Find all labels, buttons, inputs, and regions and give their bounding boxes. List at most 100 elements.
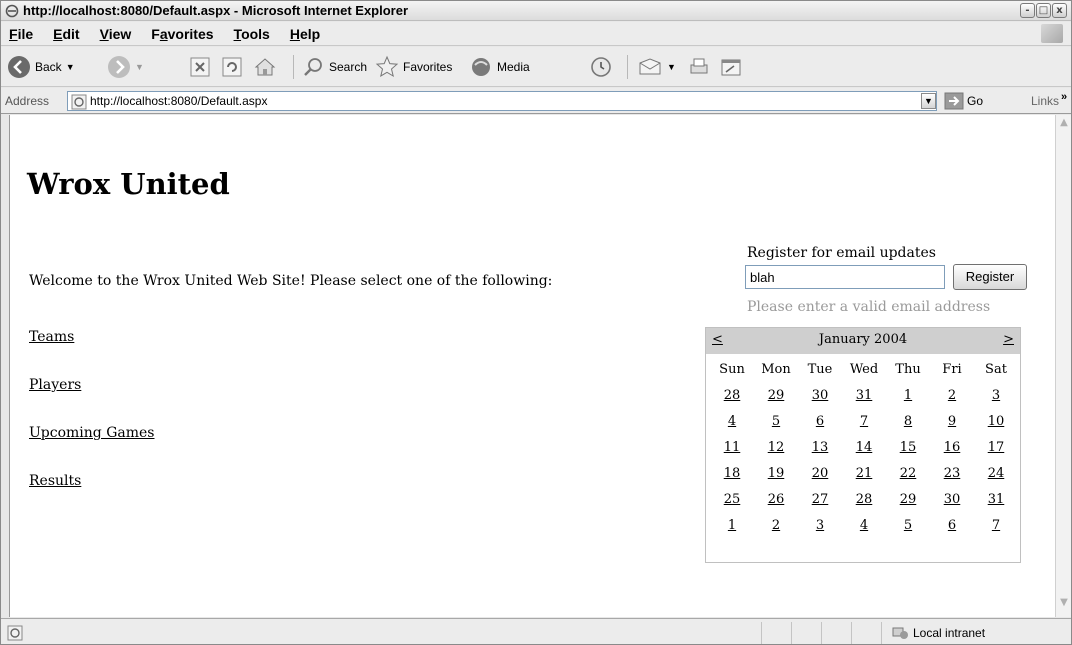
scroll-up-icon[interactable]: ▲ bbox=[1057, 117, 1071, 133]
calendar-day[interactable]: 7 bbox=[842, 414, 886, 429]
refresh-icon bbox=[222, 57, 242, 77]
calendar-day[interactable]: 9 bbox=[930, 414, 974, 429]
calendar-day[interactable]: 26 bbox=[754, 492, 798, 507]
calendar-day[interactable]: 14 bbox=[842, 440, 886, 455]
calendar-day[interactable]: 1 bbox=[710, 518, 754, 533]
scroll-down-icon[interactable]: ▼ bbox=[1057, 597, 1071, 613]
calendar-grid: Sun Mon Tue Wed Thu Fri Sat 28 29 30 31 1 2 3 4 5 6 7 8 9 10… bbox=[710, 356, 1018, 538]
address-dropdown-button[interactable]: ▼ bbox=[921, 93, 936, 109]
menu-tools-label: ools bbox=[241, 26, 270, 42]
stop-button[interactable] bbox=[189, 53, 211, 81]
menu-favorites[interactable]: Favorites bbox=[149, 26, 215, 42]
calendar-day[interactable]: 15 bbox=[886, 440, 930, 455]
security-zone: Local intranet bbox=[891, 625, 985, 641]
minimize-button[interactable]: - bbox=[1020, 3, 1035, 18]
calendar-day[interactable]: 19 bbox=[754, 466, 798, 481]
media-button[interactable]: Media bbox=[469, 53, 530, 81]
calendar-day[interactable]: 4 bbox=[710, 414, 754, 429]
calendar-day[interactable]: 31 bbox=[974, 492, 1018, 507]
back-label: Back bbox=[35, 60, 62, 74]
calendar-day[interactable]: 18 bbox=[710, 466, 754, 481]
calendar-day[interactable]: 23 bbox=[930, 466, 974, 481]
calendar-day[interactable]: 6 bbox=[930, 518, 974, 533]
title-bar: http://localhost:8080/Default.aspx - Mic… bbox=[1, 1, 1071, 21]
calendar-day[interactable]: 20 bbox=[798, 466, 842, 481]
email-validation-error: Please enter a valid email address bbox=[747, 299, 991, 315]
back-dropdown-icon[interactable]: ▼ bbox=[66, 62, 75, 72]
edit-page-icon bbox=[721, 59, 741, 76]
back-button[interactable]: Back ▼ bbox=[7, 53, 75, 81]
link-upcoming-games[interactable]: Upcoming Games bbox=[29, 425, 155, 473]
calendar-day[interactable]: 29 bbox=[886, 492, 930, 507]
calendar-week-row: 28 29 30 31 1 2 3 bbox=[710, 382, 1018, 408]
forward-dropdown-icon[interactable]: ▼ bbox=[135, 62, 144, 72]
calendar-day[interactable]: 28 bbox=[842, 492, 886, 507]
calendar-day[interactable]: 31 bbox=[842, 388, 886, 403]
menu-file[interactable]: File bbox=[7, 26, 35, 42]
calendar-day[interactable]: 17 bbox=[974, 440, 1018, 455]
calendar-day[interactable]: 11 bbox=[710, 440, 754, 455]
calendar-day[interactable]: 3 bbox=[974, 388, 1018, 403]
menu-edit[interactable]: Edit bbox=[51, 26, 81, 42]
calendar-day[interactable]: 25 bbox=[710, 492, 754, 507]
link-results[interactable]: Results bbox=[29, 473, 155, 521]
calendar-day[interactable]: 8 bbox=[886, 414, 930, 429]
register-button[interactable]: Register bbox=[953, 264, 1027, 290]
favorites-button[interactable]: Favorites bbox=[375, 53, 452, 81]
calendar-day[interactable]: 28 bbox=[710, 388, 754, 403]
calendar-day[interactable]: 7 bbox=[974, 518, 1018, 533]
calendar-day[interactable]: 4 bbox=[842, 518, 886, 533]
link-players[interactable]: Players bbox=[29, 377, 155, 425]
address-input[interactable]: http://localhost:8080/Default.aspx bbox=[67, 91, 937, 111]
search-icon bbox=[304, 58, 322, 76]
menu-edit-label: dit bbox=[62, 26, 80, 42]
calendar-day[interactable]: 21 bbox=[842, 466, 886, 481]
maximize-button[interactable]: □ bbox=[1036, 3, 1051, 18]
calendar-day[interactable]: 2 bbox=[754, 518, 798, 533]
close-button[interactable]: x bbox=[1052, 3, 1067, 18]
calendar-day[interactable]: 27 bbox=[798, 492, 842, 507]
calendar-weekday: Sat bbox=[985, 361, 1007, 377]
links-chevron-icon[interactable]: » bbox=[1061, 91, 1067, 103]
print-button[interactable] bbox=[687, 53, 711, 81]
refresh-button[interactable] bbox=[221, 53, 243, 81]
email-input[interactable] bbox=[745, 265, 945, 289]
ie-logo-icon bbox=[5, 4, 19, 18]
toolbar: Back ▼ ▼ Search Favorites Media ▼ bbox=[1, 47, 1071, 87]
search-button[interactable]: Search bbox=[303, 53, 367, 81]
welcome-text: Welcome to the Wrox United Web Site! Ple… bbox=[29, 273, 553, 289]
calendar-day[interactable]: 10 bbox=[974, 414, 1018, 429]
media-icon bbox=[472, 58, 490, 76]
calendar-day[interactable]: 5 bbox=[886, 518, 930, 533]
window-controls: - □ x bbox=[1020, 3, 1067, 18]
links-button[interactable]: Links bbox=[1031, 94, 1059, 108]
calendar-day[interactable]: 6 bbox=[798, 414, 842, 429]
calendar-day[interactable]: 30 bbox=[798, 388, 842, 403]
calendar-day[interactable]: 16 bbox=[930, 440, 974, 455]
calendar-next-month[interactable]: > bbox=[1003, 332, 1014, 347]
menu-view[interactable]: View bbox=[98, 26, 134, 42]
edit-button[interactable] bbox=[719, 53, 743, 81]
mail-button[interactable]: ▼ bbox=[637, 53, 676, 81]
menu-help[interactable]: Help bbox=[288, 26, 322, 42]
calendar-day[interactable]: 29 bbox=[754, 388, 798, 403]
forward-button[interactable]: ▼ bbox=[107, 53, 144, 81]
history-button[interactable] bbox=[589, 53, 613, 81]
calendar-day[interactable]: 5 bbox=[754, 414, 798, 429]
calendar-weekday: Fri bbox=[942, 361, 962, 377]
calendar-day[interactable]: 1 bbox=[886, 388, 930, 403]
mail-dropdown-icon[interactable]: ▼ bbox=[667, 62, 676, 72]
calendar-day[interactable]: 24 bbox=[974, 466, 1018, 481]
calendar-day[interactable]: 12 bbox=[754, 440, 798, 455]
home-button[interactable] bbox=[253, 53, 277, 81]
calendar-day[interactable]: 22 bbox=[886, 466, 930, 481]
link-teams[interactable]: Teams bbox=[29, 329, 155, 377]
page-title: Wrox United bbox=[27, 167, 230, 201]
go-button[interactable]: Go bbox=[944, 92, 983, 110]
calendar-day[interactable]: 30 bbox=[930, 492, 974, 507]
vertical-scrollbar[interactable]: ▲ ▼ bbox=[1055, 115, 1071, 617]
menu-tools[interactable]: Tools bbox=[232, 26, 272, 42]
calendar-day[interactable]: 13 bbox=[798, 440, 842, 455]
calendar-day[interactable]: 2 bbox=[930, 388, 974, 403]
calendar-day[interactable]: 3 bbox=[798, 518, 842, 533]
